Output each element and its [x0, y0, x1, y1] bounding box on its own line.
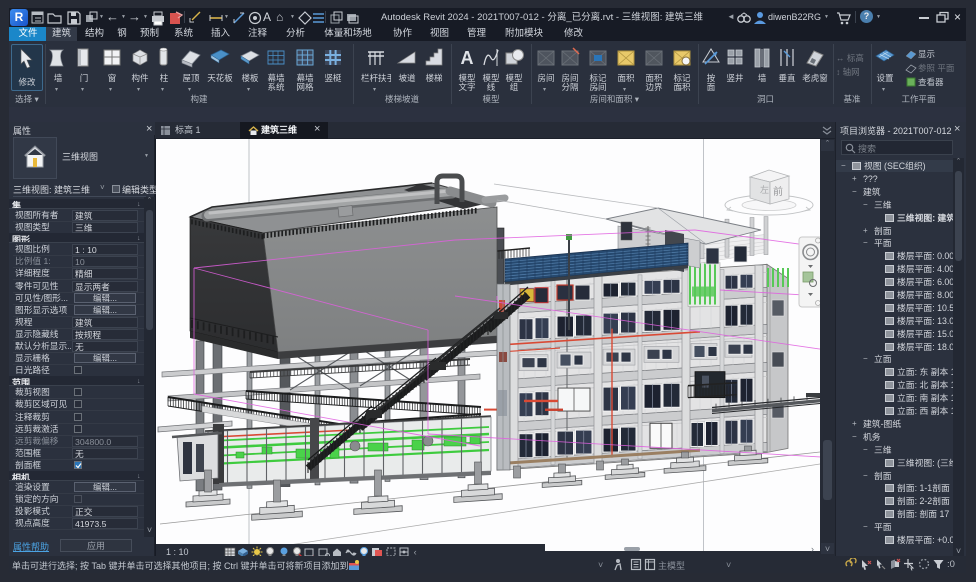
svg-text:前: 前	[773, 185, 783, 198]
svg-text:左: 左	[760, 184, 769, 195]
svg-text:A: A	[461, 48, 474, 68]
